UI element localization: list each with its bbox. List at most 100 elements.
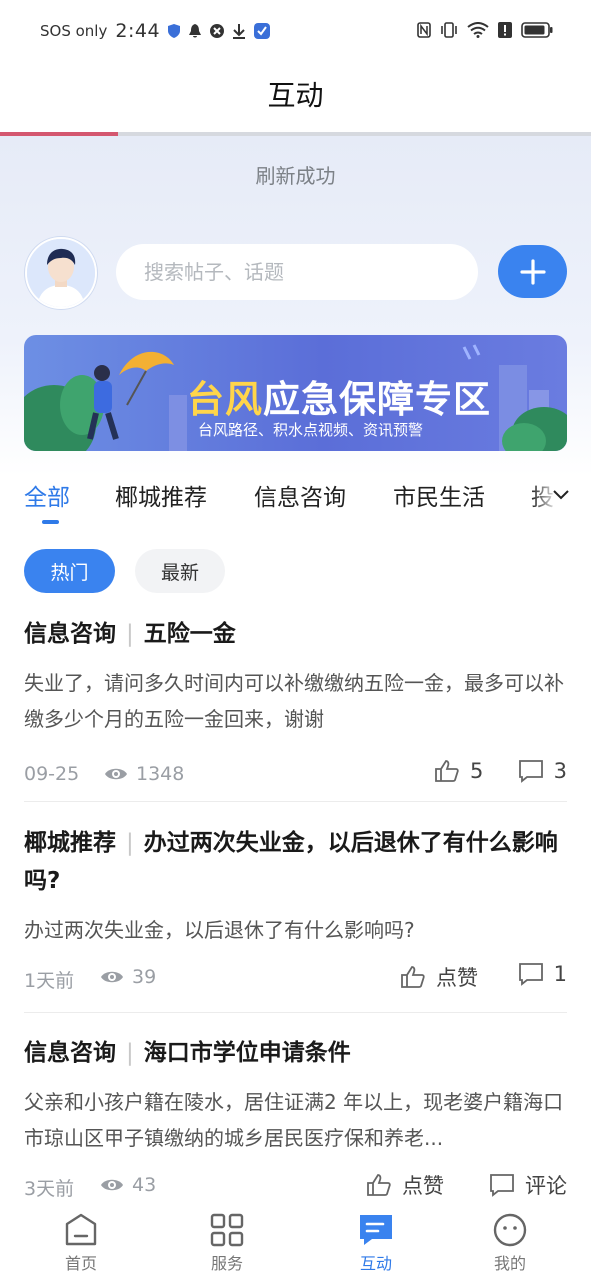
tab-active-indicator [42, 520, 59, 524]
bottom-navigation: 首页 服务 互动 我的 [0, 1200, 591, 1280]
vibrate-icon [441, 22, 457, 38]
nav-interact-label: 互动 [359, 1254, 392, 1273]
views-count: 1348 [136, 763, 185, 785]
post-item[interactable]: 信息咨询 | 海口市学位申请条件 父亲和小孩户籍在陵水，居住证满2 年以上，现老婆户… [24, 1034, 567, 1208]
post-category: 信息咨询 [24, 1040, 116, 1066]
post-title-text: 五险一金 [143, 621, 236, 647]
banner-subtitle: 台风路径、积水点视频、资讯预警 [198, 421, 424, 439]
like-button[interactable]: 点赞 [366, 1170, 444, 1200]
home-icon [65, 1213, 97, 1246]
comments-label: 评论 [525, 1174, 567, 1198]
page-title: 互动 [267, 79, 324, 112]
nav-interact[interactable]: 互动 [321, 1200, 431, 1274]
likes-label: 点赞 [402, 1174, 444, 1198]
grid-icon [210, 1213, 244, 1247]
nav-services-label: 服务 [210, 1254, 243, 1273]
banner-title-highlight: 台风 [187, 378, 263, 421]
search-input[interactable] [142, 259, 466, 285]
comment-button[interactable]: 评论 [489, 1170, 567, 1200]
battery-icon [521, 22, 553, 38]
chevron-down-icon [553, 490, 569, 500]
like-button[interactable]: 点赞 [400, 962, 478, 992]
post-category: 信息咨询 [24, 621, 116, 647]
views-count: 43 [132, 1174, 157, 1196]
comment-button[interactable]: 3 [518, 759, 567, 783]
category-tabs: 全部 椰城推荐 信息咨询 市民生活 投 [0, 474, 591, 524]
post-body: 办过两次失业金，以后退休了有什么影响吗? [24, 918, 415, 942]
thumbs-up-icon [435, 760, 459, 782]
chat-icon [360, 1215, 392, 1245]
status-left: SOS only 2:44 [40, 20, 271, 42]
post-item[interactable]: 信息咨询 | 五险一金 失业了，请问多久时间内可以补缴缴纳五险一金，最多可以补缴多少… [24, 615, 567, 797]
views-count: 39 [132, 966, 157, 988]
app-badge-icon [254, 23, 271, 39]
status-bar: SOS only 2:44 [0, 0, 591, 66]
title-separator: | [126, 621, 134, 647]
blocked-icon [210, 24, 225, 38]
post-date: 1天前 [24, 970, 75, 992]
post-title: 信息咨询 | 五险一金 [24, 615, 567, 653]
comment-icon [518, 760, 543, 783]
thumbs-up-icon [367, 1174, 391, 1196]
tabs-expand-button[interactable] [551, 484, 571, 508]
post-title: 椰城推荐 | 办过两次失业金，以后退休了有什么影响吗? [24, 824, 567, 900]
tab-citizen-life[interactable]: 市民生活 [393, 478, 485, 512]
nav-mine-label: 我的 [493, 1254, 526, 1273]
comment-icon [518, 963, 543, 986]
filter-latest[interactable]: 最新 [135, 549, 225, 593]
nav-services[interactable]: 服务 [172, 1200, 282, 1274]
comments-count: 1 [553, 962, 567, 986]
bell-icon [189, 23, 202, 37]
post-meta: 09-25 1348 5 3 [24, 757, 567, 797]
post-views: 1348 [104, 763, 184, 785]
face-icon [493, 1213, 527, 1247]
comment-icon [490, 1174, 514, 1197]
create-post-button[interactable] [498, 245, 567, 298]
thumbs-up-icon [401, 966, 425, 988]
post-category: 椰城推荐 [24, 830, 116, 856]
post-divider [24, 801, 567, 802]
alert-icon [498, 22, 512, 38]
post-date: 09-25 [24, 763, 80, 785]
page-header: 互动 [0, 66, 591, 132]
likes-count: 5 [470, 759, 484, 783]
nfc-icon [417, 22, 431, 38]
tab-yecheng-recommend[interactable]: 椰城推荐 [115, 478, 207, 512]
nav-home-label: 首页 [64, 1254, 97, 1273]
post-title-text: 海口市学位申请条件 [143, 1040, 351, 1066]
user-avatar[interactable] [25, 237, 97, 309]
status-right [417, 22, 553, 38]
banner-title-rest: 应急保障专区 [263, 378, 491, 421]
filter-hot[interactable]: 热门 [24, 549, 115, 593]
title-separator: | [126, 1040, 134, 1066]
refresh-status: 刷新成功 [255, 164, 336, 188]
typhoon-banner[interactable]: 台风应急保障专区 台风路径、积水点视频、资讯预警 [24, 335, 567, 451]
wifi-icon [467, 22, 489, 38]
download-icon [233, 23, 246, 39]
post-body: 父亲和小孩户籍在陵水，居住证满2 年以上，现老婆户籍海口市琼山区甲子镇缴纳的城乡… [24, 1090, 564, 1150]
post-title: 信息咨询 | 海口市学位申请条件 [24, 1034, 567, 1072]
clock: 2:44 [115, 20, 161, 42]
banner-title: 台风应急保障专区 [187, 369, 491, 423]
post-meta: 1天前 39 点赞 1 [24, 960, 567, 1000]
like-button[interactable]: 5 [434, 759, 483, 783]
title-separator: | [126, 830, 134, 856]
eye-icon [101, 1179, 123, 1191]
carrier-label: SOS only [40, 22, 108, 40]
eye-icon [105, 768, 127, 780]
tab-all[interactable]: 全部 [24, 478, 70, 512]
post-item[interactable]: 椰城推荐 | 办过两次失业金，以后退休了有什么影响吗? 办过两次失业金，以后退休了有… [24, 824, 567, 1000]
post-date: 3天前 [24, 1178, 75, 1200]
plus-icon [519, 258, 546, 285]
post-views: 39 [100, 966, 156, 988]
post-divider [24, 1012, 567, 1013]
tab-info-consult[interactable]: 信息咨询 [254, 478, 346, 512]
nav-home[interactable]: 首页 [26, 1200, 136, 1274]
avatar-person-icon [27, 239, 95, 307]
comment-button[interactable]: 1 [518, 962, 567, 986]
comments-count: 3 [553, 759, 567, 783]
likes-label: 点赞 [436, 966, 478, 990]
search-bar[interactable] [116, 244, 478, 300]
post-views: 43 [100, 1174, 156, 1196]
nav-mine[interactable]: 我的 [455, 1200, 565, 1274]
